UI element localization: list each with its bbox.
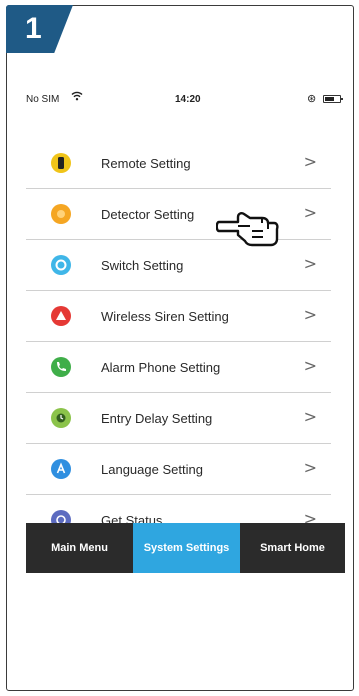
menu-item-label: Switch Setting xyxy=(101,258,184,273)
status-bar: No SIM 14:20 ⊛ xyxy=(26,90,343,112)
menu-item-label: Detector Setting xyxy=(101,207,195,222)
clock-time: 14:20 xyxy=(175,94,201,105)
pointing-hand-icon xyxy=(216,212,279,247)
menu-item-label: Language Setting xyxy=(101,462,203,477)
tab-main-menu[interactable]: Main Menu xyxy=(26,523,133,573)
language-icon xyxy=(51,459,71,479)
switch-icon xyxy=(51,255,71,275)
phone-icon xyxy=(51,357,71,377)
menu-item-switch-setting[interactable]: Switch Setting > xyxy=(26,240,331,291)
delay-icon xyxy=(51,408,71,428)
menu-item-wireless-siren-setting[interactable]: Wireless Siren Setting > xyxy=(26,291,331,342)
chevron-right-icon: > xyxy=(303,254,317,273)
chevron-right-icon: > xyxy=(303,152,317,171)
menu-item-remote-setting[interactable]: Remote Setting > xyxy=(26,138,331,189)
chevron-right-icon: > xyxy=(303,407,317,426)
wifi-icon xyxy=(71,91,83,104)
menu-item-label: Alarm Phone Setting xyxy=(101,360,221,375)
menu-item-label: Wireless Siren Setting xyxy=(101,309,229,324)
chevron-right-icon: > xyxy=(303,203,317,222)
menu-item-language-setting[interactable]: Language Setting > xyxy=(26,444,331,495)
chevron-right-icon: > xyxy=(303,356,317,375)
remote-icon xyxy=(51,153,71,173)
siren-icon xyxy=(51,306,71,326)
menu-item-label: Remote Setting xyxy=(101,156,191,171)
bottom-tab-bar: Main Menu System Settings Smart Home xyxy=(26,523,345,573)
menu-item-label: Entry Delay Setting xyxy=(101,411,213,426)
menu-item-entry-delay-setting[interactable]: Entry Delay Setting > xyxy=(26,393,331,444)
chevron-right-icon: > xyxy=(303,305,317,324)
menu-item-get-status[interactable]: Get Status > xyxy=(26,495,331,526)
menu-item-alarm-phone-setting[interactable]: Alarm Phone Setting > xyxy=(26,342,331,393)
alarm-icon: ⊛ xyxy=(307,93,317,105)
tab-smart-home[interactable]: Smart Home xyxy=(240,523,345,573)
menu-item-detector-setting[interactable]: Detector Setting > xyxy=(26,189,331,240)
chevron-right-icon: > xyxy=(303,458,317,477)
detector-icon xyxy=(51,204,71,224)
battery-icon xyxy=(323,95,343,103)
carrier-label: No SIM xyxy=(26,94,60,105)
settings-menu: Remote Setting > Detector Setting > Swit… xyxy=(26,138,331,526)
tab-system-settings[interactable]: System Settings xyxy=(133,523,240,573)
